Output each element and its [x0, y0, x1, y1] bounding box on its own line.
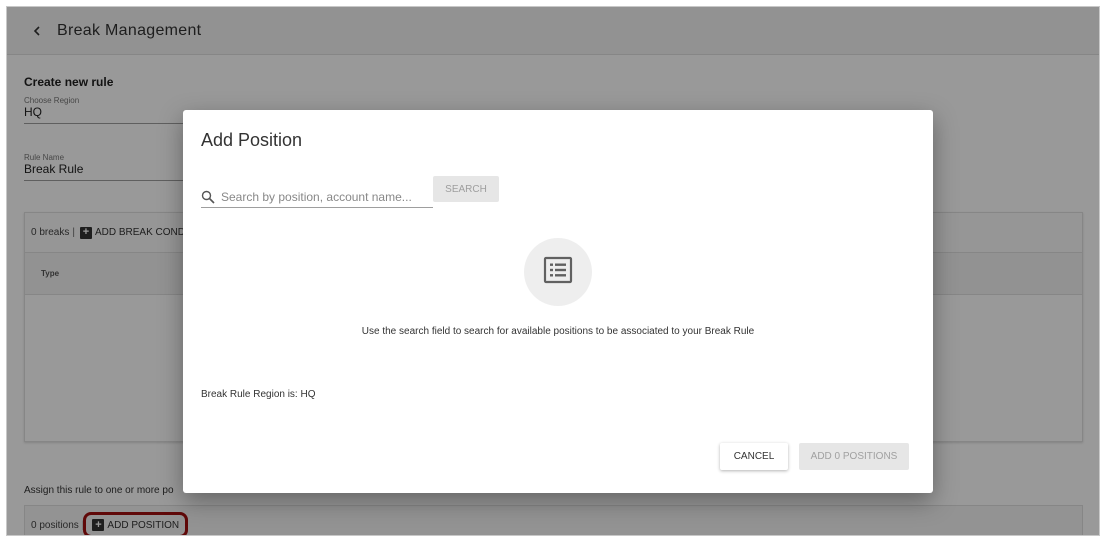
- dialog-title: Add Position: [201, 130, 303, 150]
- empty-state-circle: [524, 238, 592, 306]
- app-window: Break Management Create new rule Choose …: [6, 6, 1100, 536]
- search-field: [201, 186, 433, 208]
- list-icon: [543, 256, 573, 289]
- empty-state-message: Use the search field to search for avail…: [361, 326, 755, 337]
- search-button[interactable]: SEARCH: [433, 176, 499, 202]
- search-input[interactable]: [221, 189, 421, 204]
- search-icon: [201, 189, 217, 205]
- cancel-button[interactable]: CANCEL: [720, 443, 788, 470]
- add-positions-button[interactable]: ADD 0 POSITIONS: [799, 443, 909, 470]
- region-info: Break Rule Region is: HQ: [201, 389, 316, 400]
- add-position-dialog: Add Position SEARCH Use the sea: [183, 110, 933, 493]
